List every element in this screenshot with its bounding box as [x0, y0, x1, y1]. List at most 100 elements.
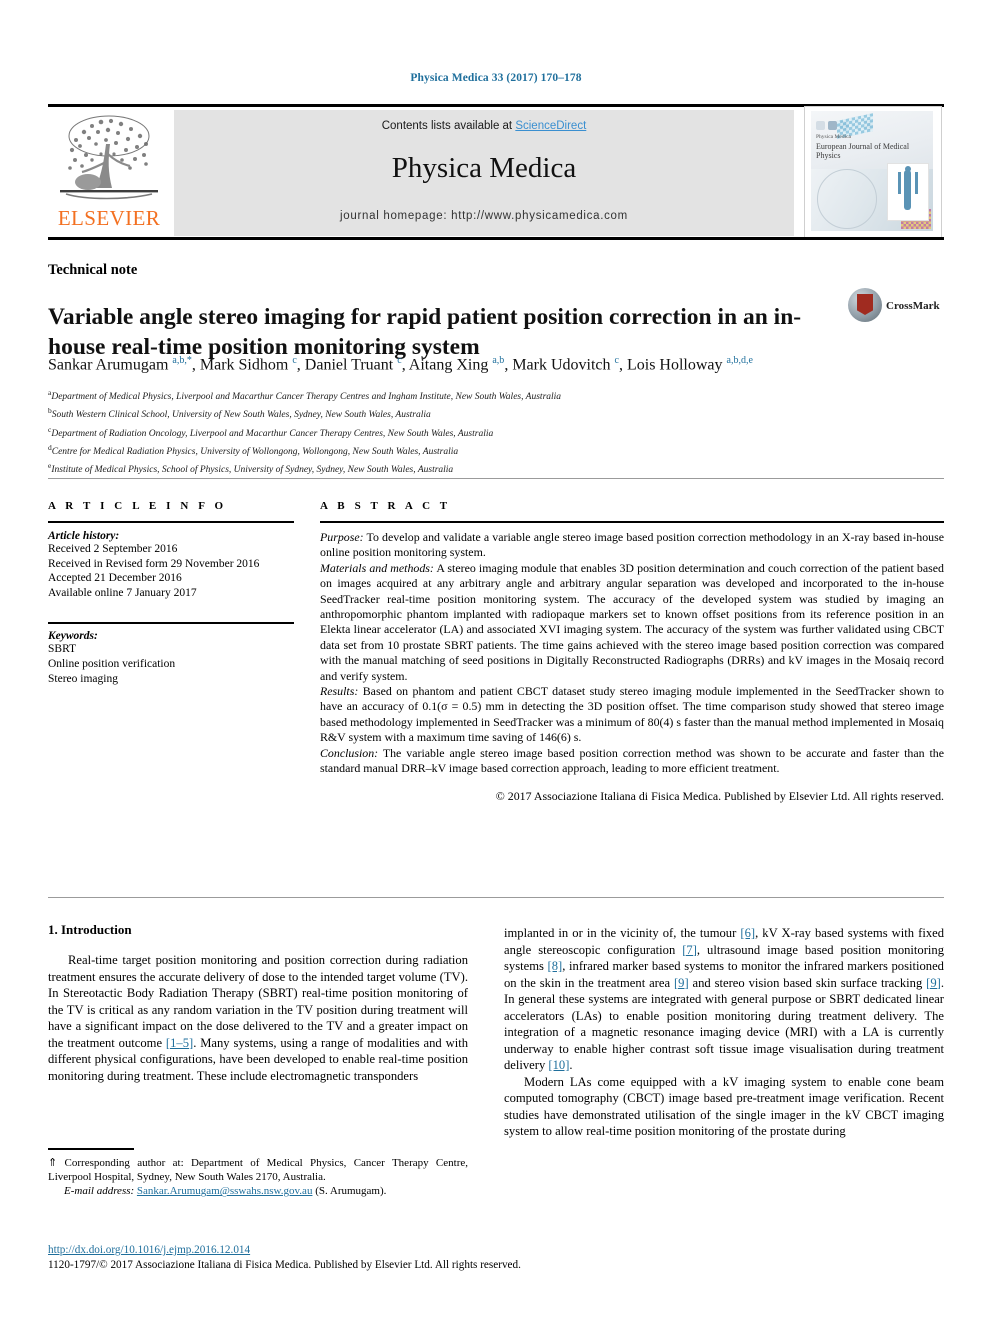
citation-7[interactable]: [7]	[682, 943, 697, 957]
affiliation-item: bSouth Western Clinical School, Universi…	[48, 406, 431, 421]
elsevier-wordmark: ELSEVIER	[57, 206, 161, 230]
intro-right-frag-7: .	[569, 1058, 573, 1072]
issn-copyright-line: 1120-1797/© 2017 Associazione Italiana d…	[48, 1259, 521, 1271]
journal-homepage-line[interactable]: journal homepage: http://www.physicamedi…	[174, 210, 794, 222]
body-column-right: implanted in or in the vicinity of, the …	[504, 925, 944, 1140]
article-history-label: Article history:	[48, 530, 120, 542]
abstract-purpose-text: To develop and validate a variable angle…	[320, 530, 944, 560]
figure-body	[904, 170, 911, 210]
doi-link[interactable]: http://dx.doi.org/10.1016/j.ejmp.2016.12…	[48, 1244, 250, 1256]
abstract-body: Purpose: To develop and validate a varia…	[320, 530, 944, 777]
intro-paragraph-2: Modern LAs come equipped with a kV imagi…	[504, 1074, 944, 1139]
journal-cover-art: Physica Medica European Journal of Medic…	[811, 111, 933, 231]
abstract-methods-label: Materials and methods:	[320, 560, 434, 575]
article-type-label: Technical note	[48, 262, 138, 278]
keyword-item: SBRT	[48, 643, 77, 656]
cover-title-text: Physica Medica European Journal of Medic…	[816, 133, 933, 160]
cover-title-small: Physica Medica	[816, 134, 851, 140]
elsevier-tree-icon	[60, 115, 158, 200]
affiliation-item: aDepartment of Medical Physics, Liverpoo…	[48, 388, 562, 403]
info-abstract-top-rule	[48, 478, 944, 479]
cover-icon-1	[816, 120, 825, 130]
intro-right-frag-5: and stereo vision based skin surface tra…	[688, 975, 927, 990]
affiliation-item: cDepartment of Radiation Oncology, Liver…	[48, 424, 494, 439]
paper-page: Physica Medica 33 (2017) 170–178 ELSEVIE…	[0, 0, 992, 1323]
contents-prefix-text: Contents lists available at	[381, 120, 516, 132]
journal-cover-thumbnail: Physica Medica European Journal of Medic…	[804, 106, 942, 238]
abstract-purpose-label: Purpose:	[320, 530, 364, 544]
abstract-purpose: Purpose: To develop and validate a varia…	[320, 530, 944, 561]
section-title-introduction: 1. Introduction	[48, 922, 132, 937]
email-address-link[interactable]: Sankar.Arumugam@sswahs.nsw.gov.au	[137, 1185, 313, 1197]
abstract-column: A B S T R A C T Purpose: To develop and …	[320, 500, 944, 804]
intro-paragraph-1-cont: implanted in or in the vicinity of, the …	[504, 925, 944, 1074]
keywords-label: Keywords:	[48, 630, 98, 643]
affiliation-marker: a	[48, 388, 52, 397]
cover-human-figure-icon	[887, 163, 929, 221]
masthead-bottom-rule	[48, 237, 944, 240]
email-address-suffix: (S. Arumugam).	[312, 1185, 387, 1198]
affiliation-marker: e	[48, 461, 52, 470]
cover-circle-art	[817, 169, 877, 229]
corresponding-author-note: ⇑ Corresponding author at: Department of…	[48, 1157, 468, 1184]
abstract-methods: Materials and methods: A stereo imaging …	[320, 561, 944, 684]
journal-masthead: ELSEVIER Contents lists available at Sci…	[48, 104, 944, 240]
keywords-rule	[48, 622, 294, 625]
figure-arm-left	[898, 172, 901, 194]
citation-8[interactable]: [8]	[548, 959, 563, 973]
intro-paragraph-1: Real-time target position monitoring and…	[48, 952, 468, 1084]
intro-right-frag-1: implanted in or in the vicinity of, the …	[504, 926, 741, 940]
abstract-results-label: Results:	[320, 684, 359, 699]
abstract-heading: A B S T R A C T	[320, 500, 451, 512]
abstract-results: Results: Based on phantom and patient CB…	[320, 684, 944, 746]
crossmark-label: CrossMark	[886, 300, 940, 312]
affiliation-item: eInstitute of Medical Physics, School of…	[48, 461, 454, 476]
affiliation-item: dCentre for Medical Radiation Physics, U…	[48, 442, 459, 457]
figure-arm-right	[915, 172, 918, 194]
footnote-block: ⇑ Corresponding author at: Department of…	[48, 1156, 468, 1199]
page-title: Variable angle stereo imaging for rapid …	[48, 303, 802, 360]
body-column-left: Real-time target position monitoring and…	[48, 952, 468, 1084]
citation-1-5[interactable]: [1–5]	[166, 1036, 193, 1050]
citation-9-a[interactable]: [9]	[674, 976, 689, 990]
elsevier-logo: ELSEVIER	[50, 110, 168, 234]
email-address-label: E-mail address:	[64, 1185, 135, 1198]
abstract-conclusion: Conclusion: The variable angle stereo im…	[320, 746, 944, 777]
body-top-rule	[48, 897, 944, 898]
keywords-block: Keywords: SBRT Online position verificati…	[48, 622, 294, 686]
sciencedirect-link[interactable]: ScienceDirect	[515, 120, 586, 132]
article-info-column: A R T I C L E I N F O Article history: R…	[48, 500, 294, 686]
keyword-item: Stereo imaging	[48, 672, 118, 685]
cover-icon-2	[828, 120, 837, 130]
affiliation-marker: d	[48, 442, 52, 452]
footnote-rule	[48, 1148, 134, 1150]
article-history-item: Received 2 September 2016	[48, 543, 178, 555]
abstract-conclusion-label: Conclusion:	[320, 745, 379, 760]
abstract-copyright: © 2017 Associazione Italiana di Fisica M…	[495, 788, 944, 803]
citation-10[interactable]: [10]	[548, 1058, 569, 1072]
article-history-lines: Received 2 September 2016 Received in Rev…	[48, 542, 294, 600]
article-history-item: Received in Revised form 29 November 201…	[48, 557, 260, 570]
affiliation-marker: b	[48, 406, 52, 416]
citation-6[interactable]: [6]	[740, 926, 755, 940]
abstract-results-text: Based on phantom and patient CBCT datase…	[320, 684, 944, 745]
article-info-heading: A R T I C L E I N F O	[48, 500, 227, 512]
abstract-methods-text: A stereo imaging module that enables 3D …	[320, 560, 944, 683]
contents-list-line: Contents lists available at ScienceDirec…	[174, 120, 794, 132]
cover-title-main: European Journal of Medical Physics	[816, 142, 910, 160]
article-history-item: Available online 7 January 2017	[48, 586, 197, 599]
running-head: Physica Medica 33 (2017) 170–178	[410, 72, 582, 84]
keywords-lines: SBRT Online position verification Stereo i…	[48, 642, 294, 686]
article-info-rule	[48, 521, 294, 523]
doi-block: http://dx.doi.org/10.1016/j.ejmp.2016.12…	[48, 1243, 548, 1273]
journal-title: Physica Medica	[391, 152, 577, 184]
journal-band: Contents lists available at ScienceDirec…	[174, 110, 794, 236]
affiliation-list: aDepartment of Medical Physics, Liverpoo…	[48, 386, 938, 477]
affiliation-marker: c	[48, 424, 52, 434]
abstract-conclusion-text: The variable angle stereo image based po…	[320, 745, 944, 776]
citation-9-b[interactable]: [9]	[926, 976, 941, 990]
crossmark-badge[interactable]: CrossMark	[848, 288, 944, 326]
author-list: Sankar Arumugam a,b,*, Mark Sidhom c, Da…	[48, 355, 753, 374]
abstract-rule	[320, 521, 944, 523]
article-history-item: Accepted 21 December 2016	[48, 572, 182, 585]
